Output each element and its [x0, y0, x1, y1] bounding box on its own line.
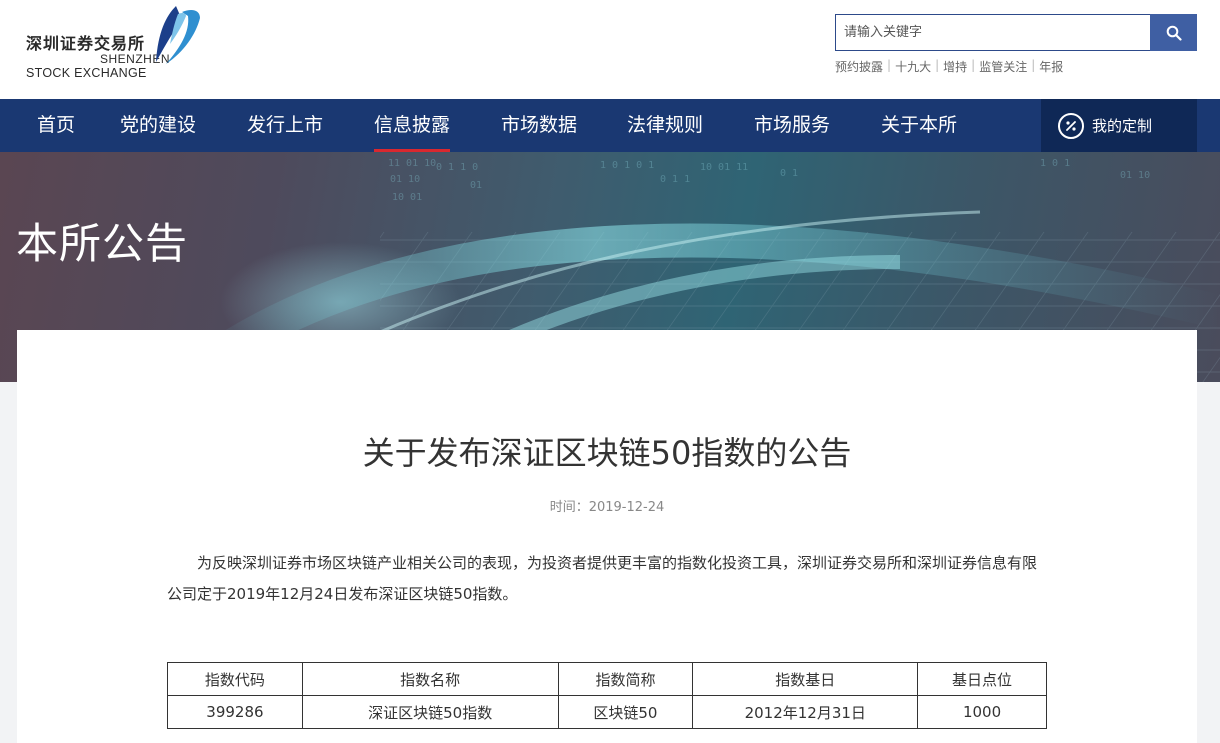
- search-bar: [835, 14, 1197, 51]
- table-header-cell: 指数简称: [557, 662, 694, 696]
- table-cell: 2012年12月31日: [692, 695, 919, 729]
- svg-text:1 0 1: 1 0 1: [1040, 158, 1070, 169]
- nav-item-about[interactable]: 关于本所: [881, 99, 957, 152]
- svg-text:1 0 1 0 1: 1 0 1 0 1: [600, 160, 654, 171]
- table-cell: 399286: [167, 695, 303, 729]
- table-header-row: 指数代码 指数名称 指数简称 指数基日 基日点位: [167, 662, 1047, 696]
- index-info-table: 指数代码 指数名称 指数简称 指数基日 基日点位 399286 深证区块链50指…: [167, 662, 1047, 729]
- nav-item-disclosure[interactable]: 信息披露: [374, 99, 451, 152]
- table-row: 399286 深证区块链50指数 区块链50 2012年12月31日 1000: [167, 695, 1047, 729]
- table-cell: 深证区块链50指数: [301, 695, 559, 729]
- table-header-cell: 指数名称: [301, 662, 559, 696]
- hotlink-item[interactable]: 增持: [943, 58, 967, 75]
- hotlink-item[interactable]: 年报: [1039, 58, 1063, 75]
- nav-item-home[interactable]: 首页: [37, 99, 75, 152]
- separator: |: [887, 58, 892, 72]
- hotlink-item[interactable]: 十九大: [895, 58, 931, 75]
- table-header-cell: 指数基日: [692, 662, 919, 696]
- table-header-cell: 基日点位: [917, 662, 1047, 696]
- site-header: 深圳证券交易所 SHENZHEN STOCK EXCHANGE 预约披露 | 十…: [0, 0, 1220, 99]
- svg-text:01 10: 01 10: [390, 174, 420, 185]
- svg-text:0 1 1: 0 1 1: [660, 174, 690, 185]
- logo-cn-text: 深圳证券交易所: [26, 34, 146, 53]
- svg-text:01 10: 01 10: [1120, 170, 1150, 181]
- svg-text:10 01 11: 10 01 11: [700, 162, 748, 173]
- main-nav: 首页 党的建设 发行上市 信息披露 市场数据 法律规则 市场服务 关于本所 我的…: [0, 99, 1220, 152]
- table-cell: 区块链50: [557, 695, 694, 729]
- separator: |: [935, 58, 940, 72]
- logo-en-line2: STOCK EXCHANGE: [26, 66, 147, 80]
- svg-text:11 01 10: 11 01 10: [388, 158, 436, 169]
- table-header-cell: 指数代码: [167, 662, 303, 696]
- search-icon: [1166, 25, 1182, 41]
- hotlink-item[interactable]: 监管关注: [979, 58, 1027, 75]
- article-title: 关于发布深证区块链50指数的公告: [362, 434, 852, 472]
- svg-text:10 01: 10 01: [392, 192, 422, 203]
- separator: |: [1031, 58, 1036, 72]
- table-cell: 1000: [917, 695, 1047, 729]
- article-card: 关于发布深证区块链50指数的公告 时间：2019-12-24 为反映深圳证券市场…: [17, 330, 1197, 743]
- logo-mark-icon: [156, 6, 200, 64]
- nav-item-rules[interactable]: 法律规则: [627, 99, 703, 152]
- article-body: 为反映深圳证券市场区块链产业相关公司的表现，为投资者提供更丰富的指数化投资工具，…: [167, 554, 1038, 603]
- search-input[interactable]: [835, 14, 1150, 51]
- nav-item-party-building[interactable]: 党的建设: [120, 99, 196, 152]
- nav-item-market-data[interactable]: 市场数据: [501, 99, 577, 152]
- hot-keywords: 预约披露 | 十九大 | 增持 | 监管关注 | 年报: [835, 58, 1063, 75]
- my-custom-label: 我的定制: [1092, 117, 1153, 135]
- svg-text:0 1: 0 1: [780, 168, 798, 179]
- svg-text:01: 01: [470, 180, 482, 191]
- svg-text:0 1 1 0: 0 1 1 0: [436, 162, 478, 173]
- settings-circle-icon: [1058, 112, 1084, 139]
- nav-item-services[interactable]: 市场服务: [754, 99, 830, 152]
- szse-logo[interactable]: 深圳证券交易所 SHENZHEN STOCK EXCHANGE: [24, 4, 204, 84]
- nav-item-listing[interactable]: 发行上市: [247, 99, 323, 152]
- hotlink-item[interactable]: 预约披露: [835, 58, 883, 75]
- search-button[interactable]: [1150, 14, 1197, 51]
- my-custom-button[interactable]: 我的定制: [1041, 99, 1197, 152]
- page-title: 本所公告: [16, 219, 189, 268]
- separator: |: [971, 58, 976, 72]
- article-date: 时间：2019-12-24: [549, 500, 665, 515]
